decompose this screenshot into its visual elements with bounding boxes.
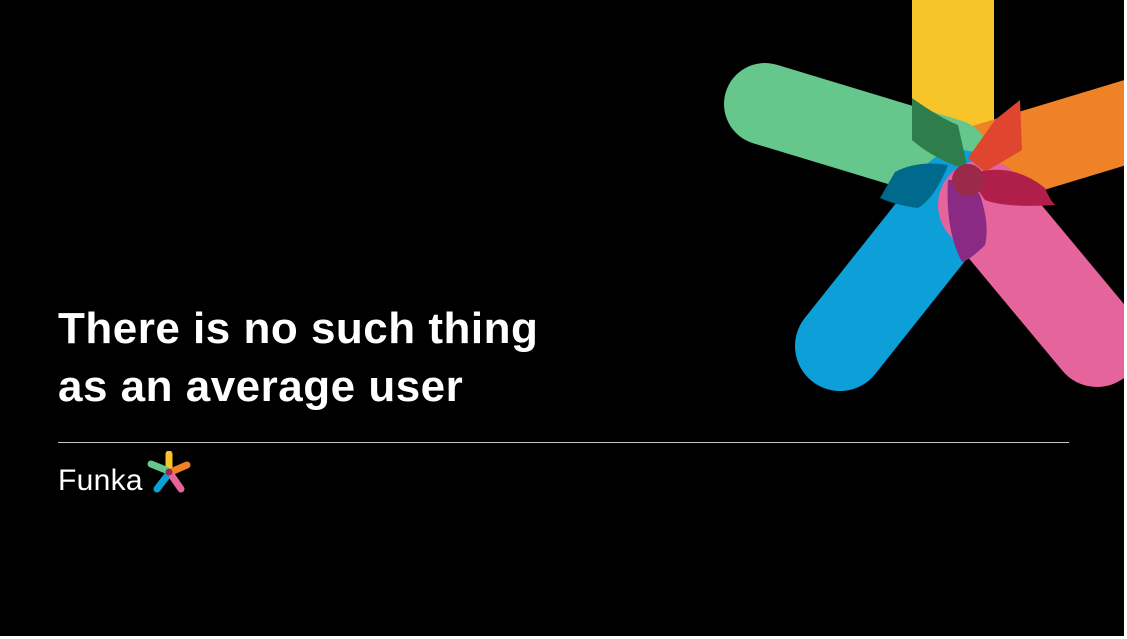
slide-headline: There is no such thing as an average use… (58, 300, 538, 416)
slide: There is no such thing as an average use… (0, 0, 1127, 639)
logo-text: Funka (58, 464, 143, 497)
pink-petal (938, 160, 1124, 387)
headline-line-2: as an average user (58, 362, 464, 411)
headline-line-1: There is no such thing (58, 304, 539, 353)
star-center (952, 164, 984, 196)
funka-logo: Funka (58, 451, 193, 498)
funka-star-icon (147, 451, 191, 493)
divider (58, 442, 1069, 443)
